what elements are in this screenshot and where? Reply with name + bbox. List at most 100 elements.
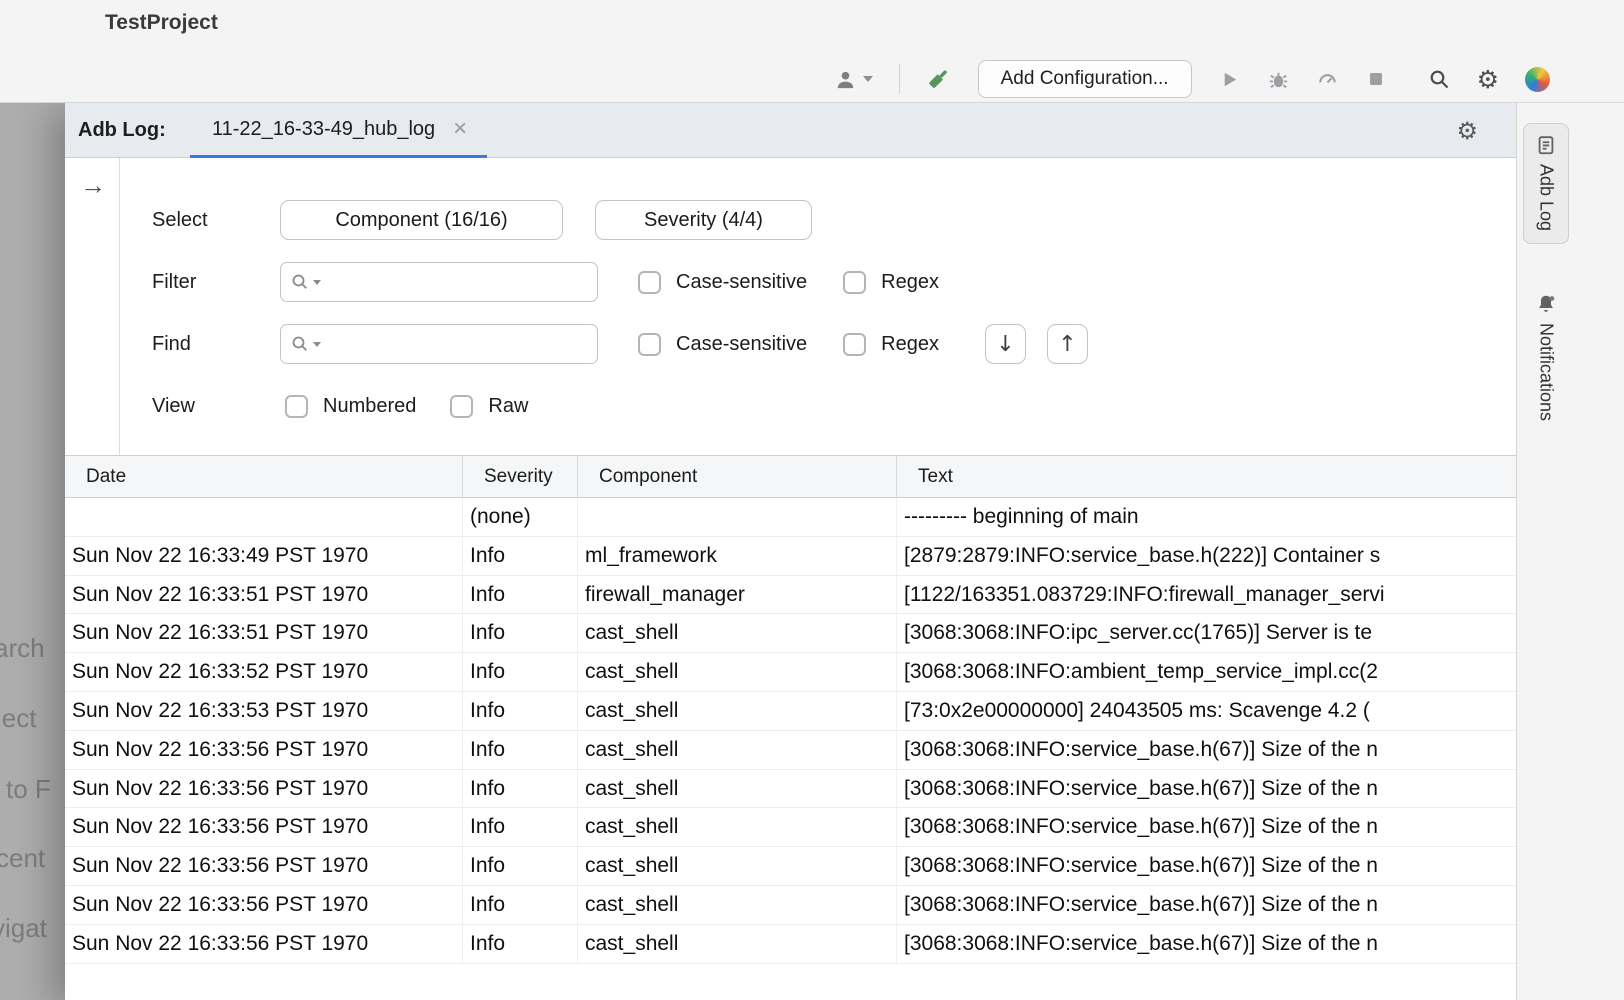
assistant-sphere-icon[interactable] (1525, 67, 1550, 92)
checkbox[interactable] (638, 271, 661, 294)
search-everywhere-button[interactable] (1427, 67, 1451, 91)
log-cell-text: --------- beginning of main (897, 498, 1516, 536)
log-cell-severity: Info (463, 847, 578, 885)
view-row: View Numbered Raw (120, 386, 1516, 426)
background-text-fragment: vigat (0, 913, 47, 944)
case-sensitive-label: Case-sensitive (676, 271, 807, 294)
find-row: Find Case-sensitive Regex ↓ ↑ (120, 324, 1516, 364)
filter-input[interactable] (280, 262, 598, 302)
strip-tab-notifications[interactable]: Notifications (1523, 283, 1569, 433)
table-row[interactable]: Sun Nov 22 16:33:49 PST 1970 Info ml_fra… (65, 537, 1516, 576)
log-cell-severity: Info (463, 614, 578, 652)
log-cell-text: [3068:3068:INFO:service_base.h(67)] Size… (897, 731, 1516, 769)
column-header-text[interactable]: Text (897, 456, 1516, 497)
table-row[interactable]: Sun Nov 22 16:33:56 PST 1970 Info cast_s… (65, 925, 1516, 964)
column-header-date[interactable]: Date (65, 456, 463, 497)
case-sensitive-label: Case-sensitive (676, 333, 807, 356)
filter-regex-checkbox[interactable]: Regex (843, 271, 939, 294)
log-cell-component: ml_framework (578, 537, 897, 575)
chevron-down-icon (313, 342, 321, 347)
find-input[interactable] (280, 324, 598, 364)
log-cell-severity: Info (463, 886, 578, 924)
log-cell-date (65, 498, 463, 536)
settings-button[interactable]: ⚙ (1477, 67, 1499, 92)
strip-tab-adb-log[interactable]: Adb Log (1523, 123, 1569, 244)
collapse-arrow-icon[interactable]: → (80, 170, 106, 201)
regex-label: Regex (881, 333, 939, 356)
table-row[interactable]: Sun Nov 22 16:33:56 PST 1970 Info cast_s… (65, 770, 1516, 809)
checkbox[interactable] (638, 333, 661, 356)
component-filter-button[interactable]: Component (16/16) (280, 200, 563, 240)
checkbox[interactable] (843, 333, 866, 356)
find-case-sensitive-checkbox[interactable]: Case-sensitive (638, 333, 807, 356)
log-cell-date: Sun Nov 22 16:33:51 PST 1970 (65, 576, 463, 614)
table-row[interactable]: Sun Nov 22 16:33:56 PST 1970 Info cast_s… (65, 847, 1516, 886)
add-configuration-button[interactable]: Add Configuration... (978, 60, 1192, 98)
strip-tab-label: Notifications (1536, 323, 1557, 421)
column-header-severity[interactable]: Severity (463, 456, 578, 497)
find-label: Find (152, 333, 280, 356)
checkbox[interactable] (843, 271, 866, 294)
log-cell-severity: Info (463, 576, 578, 614)
log-cell-text: [73:0x2e00000000] 24043505 ms: Scavenge … (897, 692, 1516, 730)
log-cell-severity: Info (463, 731, 578, 769)
checkbox[interactable] (285, 395, 308, 418)
debug-button[interactable] (1267, 68, 1290, 91)
column-header-component[interactable]: Component (578, 456, 897, 497)
log-cell-date: Sun Nov 22 16:33:49 PST 1970 (65, 537, 463, 575)
table-row[interactable]: Sun Nov 22 16:33:56 PST 1970 Info cast_s… (65, 808, 1516, 847)
search-icon (290, 272, 310, 292)
find-regex-checkbox[interactable]: Regex (843, 333, 939, 356)
table-row[interactable]: Sun Nov 22 16:33:53 PST 1970 Info cast_s… (65, 692, 1516, 731)
table-row[interactable]: Sun Nov 22 16:33:51 PST 1970 Info cast_s… (65, 614, 1516, 653)
chevron-down-icon (313, 280, 321, 285)
table-row[interactable]: Sun Nov 22 16:33:52 PST 1970 Info cast_s… (65, 653, 1516, 692)
log-cell-component (578, 498, 897, 536)
log-cell-text: [3068:3068:INFO:service_base.h(67)] Size… (897, 886, 1516, 924)
background-window: archjectto Fcentvigat (0, 103, 65, 1000)
log-file-tab[interactable]: 11-22_16-33-49_hub_log × (190, 103, 487, 158)
table-row[interactable]: Sun Nov 22 16:33:56 PST 1970 Info cast_s… (65, 886, 1516, 925)
log-cell-component: firewall_manager (578, 576, 897, 614)
log-cell-severity: Info (463, 653, 578, 691)
background-text-fragment: cent (0, 843, 45, 874)
run-button[interactable] (1218, 68, 1241, 91)
filter-pane: → Select Component (16/16) Severity (4/4… (65, 158, 1516, 455)
table-row[interactable]: (none) --------- beginning of main (65, 498, 1516, 537)
gear-icon: ⚙ (1456, 117, 1478, 145)
log-table-header: Date Severity Component Text (65, 455, 1516, 498)
find-next-button[interactable]: ↓ (985, 324, 1026, 364)
close-icon[interactable]: × (453, 117, 467, 141)
numbered-checkbox[interactable]: Numbered (285, 395, 416, 418)
toolwindow-header: Adb Log: 11-22_16-33-49_hub_log × ⚙ (65, 103, 1516, 158)
filter-case-sensitive-checkbox[interactable]: Case-sensitive (638, 271, 807, 294)
log-table: Date Severity Component Text (none) ----… (65, 455, 1516, 1000)
log-cell-severity: Info (463, 537, 578, 575)
window-title: TestProject (105, 11, 218, 35)
gear-icon: ⚙ (1477, 65, 1499, 94)
log-cell-date: Sun Nov 22 16:33:53 PST 1970 (65, 692, 463, 730)
bug-icon (1267, 68, 1290, 91)
build-button[interactable] (926, 66, 952, 92)
select-label: Select (152, 209, 280, 232)
checkbox[interactable] (450, 395, 473, 418)
log-cell-component: cast_shell (578, 731, 897, 769)
table-row[interactable]: Sun Nov 22 16:33:56 PST 1970 Info cast_s… (65, 731, 1516, 770)
find-previous-button[interactable]: ↑ (1047, 324, 1088, 364)
background-text-fragment: ject (0, 703, 36, 734)
log-cell-date: Sun Nov 22 16:33:56 PST 1970 (65, 731, 463, 769)
raw-checkbox[interactable]: Raw (450, 395, 528, 418)
user-profile-button[interactable] (834, 68, 873, 91)
regex-label: Regex (881, 271, 939, 294)
search-icon (290, 334, 310, 354)
profiler-button[interactable] (1316, 68, 1339, 91)
stop-button[interactable] (1365, 68, 1387, 90)
filter-row: Filter Case-sensitive Regex (120, 262, 1516, 302)
right-tool-strip: Adb Log Notifications (1516, 103, 1624, 1000)
toolwindow-settings-button[interactable]: ⚙ (1456, 119, 1478, 143)
table-row[interactable]: Sun Nov 22 16:33:51 PST 1970 Info firewa… (65, 576, 1516, 615)
log-file-tab-label: 11-22_16-33-49_hub_log (212, 118, 435, 141)
severity-filter-button[interactable]: Severity (4/4) (595, 200, 812, 240)
log-cell-text: [3068:3068:INFO:ambient_temp_service_imp… (897, 653, 1516, 691)
hammer-icon (926, 66, 952, 92)
